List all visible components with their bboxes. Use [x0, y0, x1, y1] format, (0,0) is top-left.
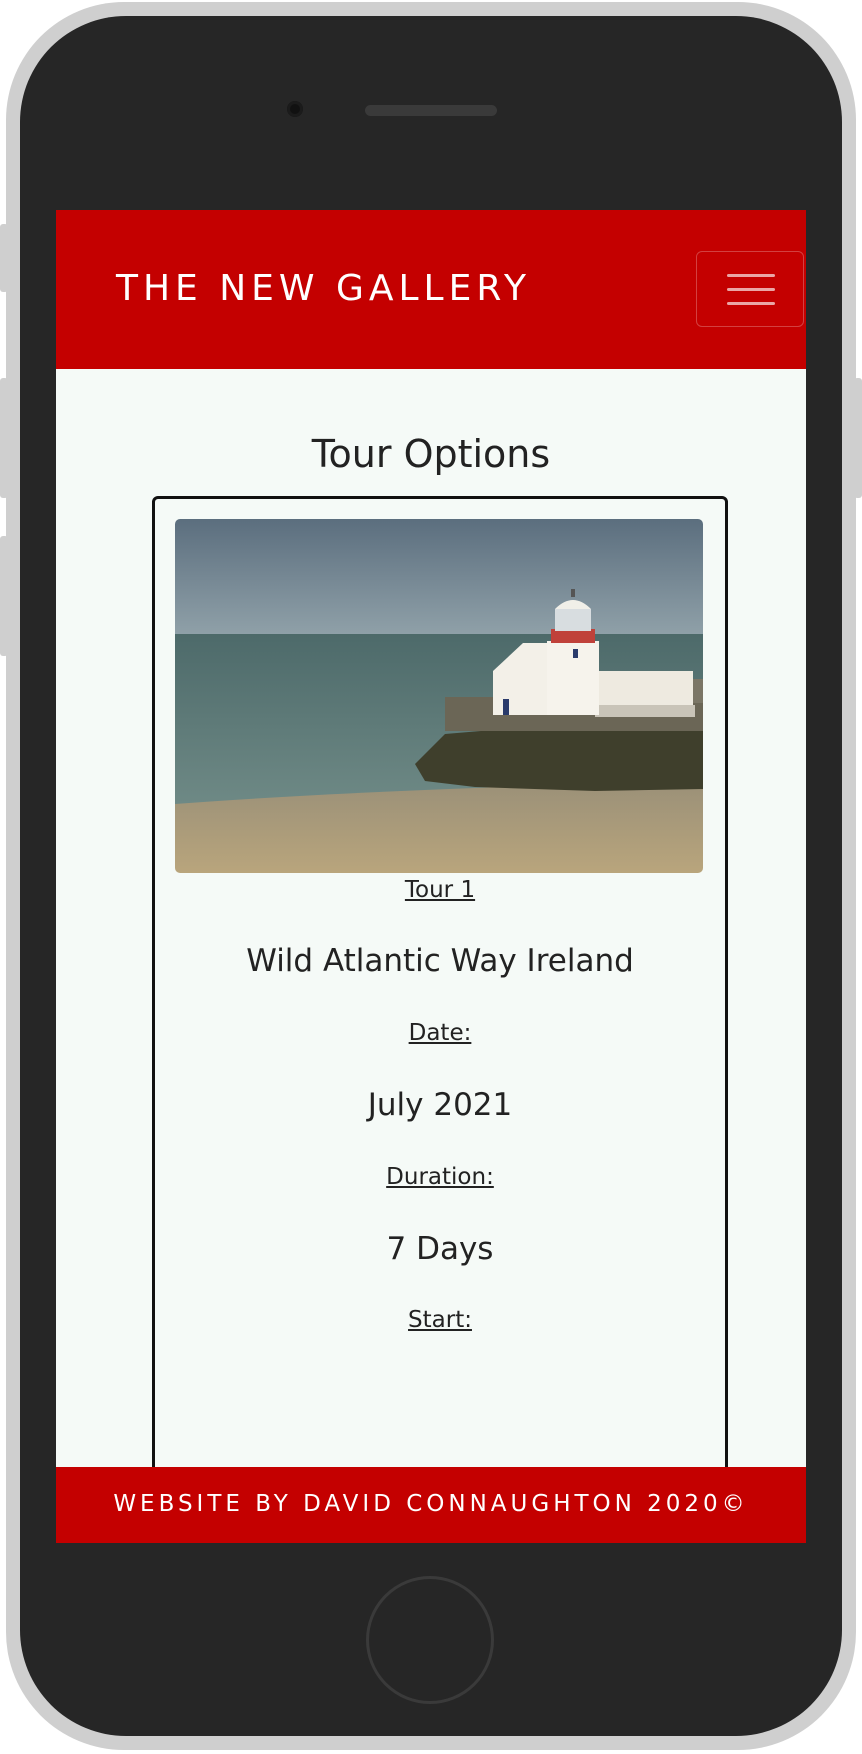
- phone-screen: THE NEW GALLERY Tour Options Tour 1 Wild…: [56, 210, 806, 1543]
- phone-mute-switch: [0, 224, 8, 292]
- tour-duration: 7 Days: [386, 1231, 494, 1267]
- tour-number-label: Tour 1: [404, 877, 476, 903]
- phone-volume-down-button: [0, 536, 8, 656]
- page-title: Tour Options: [311, 432, 551, 476]
- brand-logo-text[interactable]: THE NEW GALLERY: [116, 268, 531, 309]
- tour-date: July 2021: [367, 1087, 513, 1123]
- phone-home-button[interactable]: [366, 1576, 494, 1704]
- duration-label: Duration:: [386, 1164, 494, 1190]
- date-label: Date:: [408, 1020, 472, 1046]
- start-label: Start:: [408, 1307, 472, 1333]
- phone-volume-up-button: [0, 378, 8, 498]
- phone-speaker: [365, 105, 497, 116]
- footer: WEBSITE BY DAVID CONNAUGHTON 2020©: [56, 1467, 806, 1543]
- phone-camera: [287, 101, 303, 117]
- lighthouse-photo: [175, 519, 703, 873]
- navbar-toggle-button[interactable]: [696, 251, 804, 327]
- footer-credit: WEBSITE BY DAVID CONNAUGHTON 2020©: [113, 1491, 749, 1517]
- tour-card: Tour 1 Wild Atlantic Way Ireland Date: J…: [152, 496, 728, 1543]
- navbar: THE NEW GALLERY: [56, 210, 806, 369]
- phone-power-button: [854, 378, 862, 498]
- tour-name: Wild Atlantic Way Ireland: [246, 943, 634, 979]
